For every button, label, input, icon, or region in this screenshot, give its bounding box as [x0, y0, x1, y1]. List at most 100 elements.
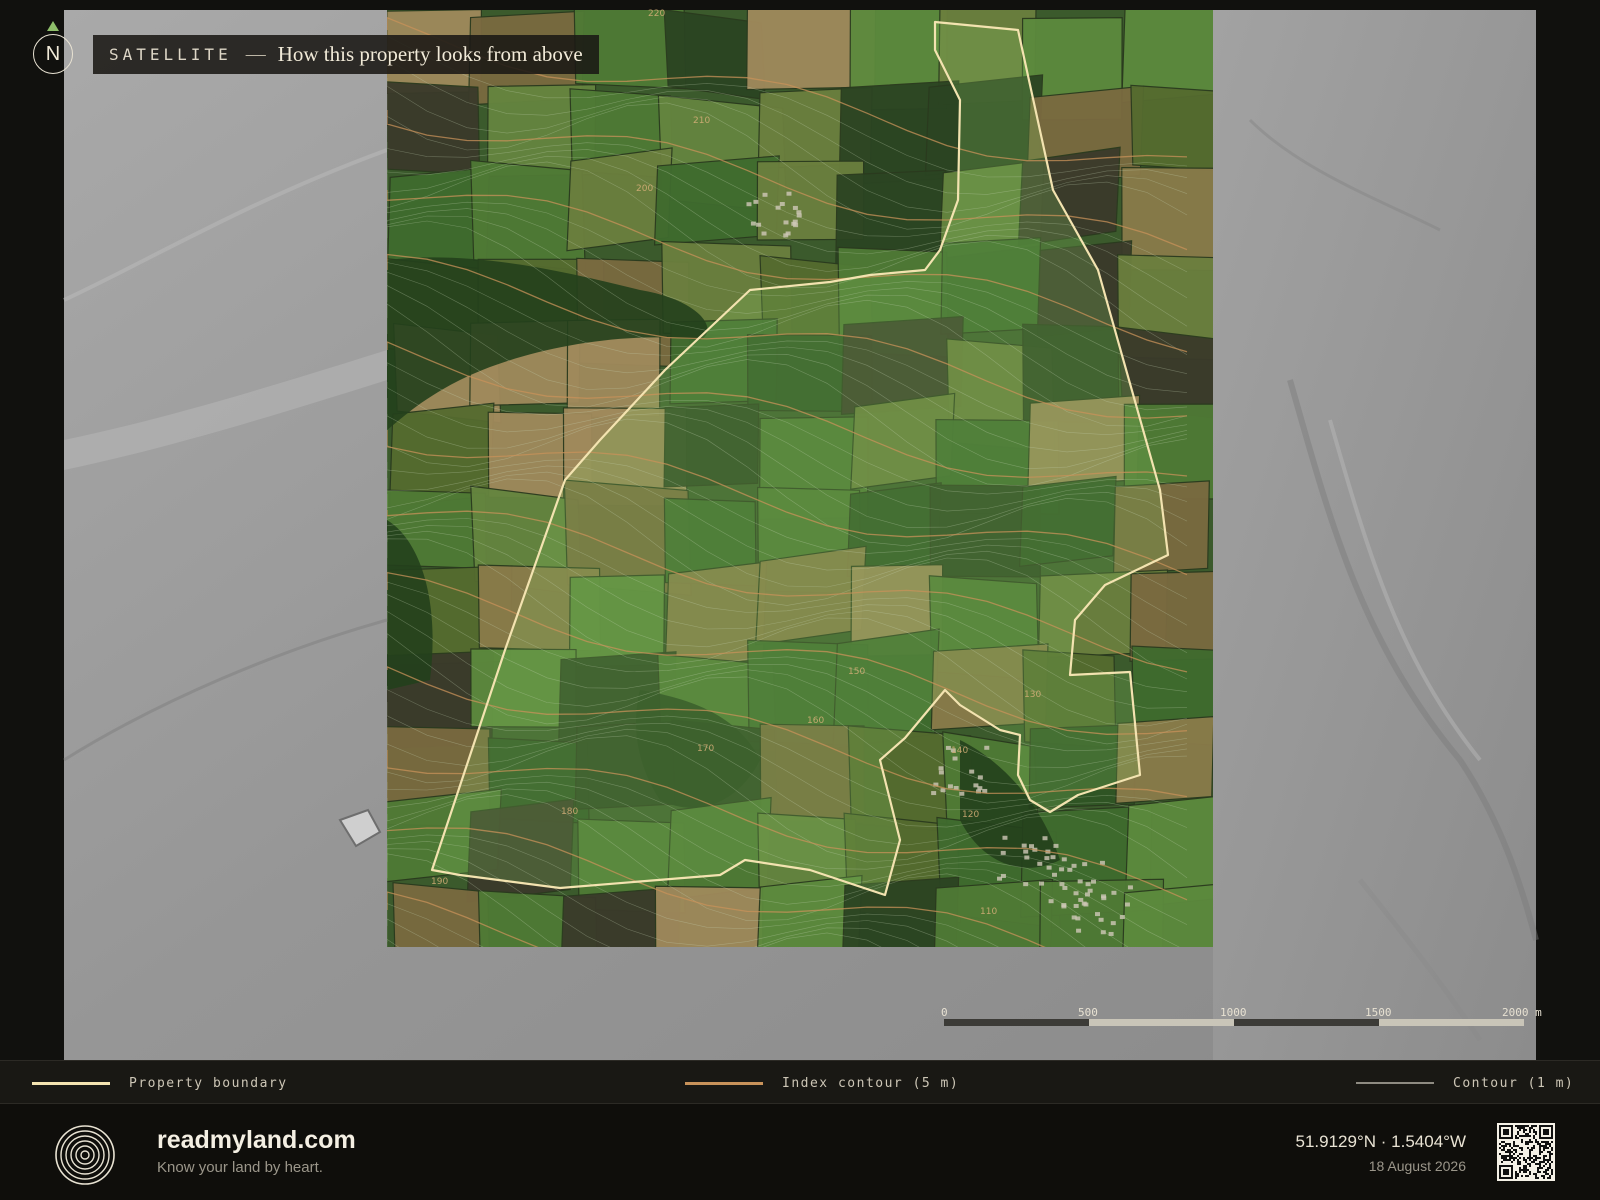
building — [1048, 899, 1054, 904]
contour-label: 190 — [431, 877, 448, 887]
building — [1073, 891, 1079, 896]
building — [1052, 872, 1058, 877]
building — [753, 199, 759, 204]
building — [785, 231, 791, 236]
building — [1000, 850, 1006, 855]
legend-contour-label: Contour (1 m) — [1453, 1075, 1575, 1091]
building — [1050, 855, 1056, 860]
building — [938, 766, 944, 771]
scale-tick-1000: 1000 — [1220, 1006, 1247, 1019]
building — [1082, 862, 1088, 867]
contour-label: 210 — [693, 116, 710, 126]
building — [1087, 888, 1093, 893]
building — [973, 783, 979, 788]
building — [1085, 882, 1091, 887]
building — [746, 202, 752, 207]
title-kicker: SATELLITE — [109, 45, 232, 64]
building — [1042, 836, 1048, 841]
legend-contour: Contour (1 m) — [1356, 1061, 1574, 1105]
building — [783, 220, 789, 225]
building — [791, 221, 797, 226]
building — [997, 876, 1003, 881]
building — [1044, 856, 1050, 861]
map-title: SATELLITE — How this property looks from… — [93, 35, 599, 74]
title-text: How this property looks from above — [277, 42, 583, 66]
contour-label: 170 — [697, 744, 714, 754]
qr-code-icon[interactable] — [1497, 1123, 1555, 1181]
building — [1081, 901, 1087, 906]
contour-label: 160 — [807, 716, 824, 726]
contour-label: 180 — [561, 807, 578, 817]
scale-segment-2 — [1089, 1019, 1234, 1026]
scale-tick-2000: 2000 m — [1502, 1006, 1542, 1019]
building — [1046, 865, 1052, 870]
title-separator: — — [245, 43, 266, 65]
brand-tagline: Know your land by heart. — [157, 1159, 323, 1176]
building — [762, 192, 768, 197]
index-contour-swatch — [685, 1081, 763, 1085]
building — [1061, 857, 1067, 862]
building — [984, 745, 990, 750]
building — [1111, 890, 1117, 895]
boundary-swatch — [32, 1081, 110, 1085]
building — [1037, 861, 1043, 866]
building — [786, 191, 792, 196]
building — [1076, 928, 1082, 933]
map-legend: Property boundary Index contour (5 m) Co… — [0, 1060, 1600, 1104]
map-date: 18 August 2026 — [1368, 1158, 1466, 1174]
compass-label: N — [45, 42, 61, 65]
building — [1062, 885, 1068, 890]
building — [969, 769, 975, 774]
footer: readmyland.com Know your land by heart. … — [0, 1104, 1600, 1200]
building — [1101, 894, 1107, 899]
legend-boundary-label: Property boundary — [129, 1075, 288, 1091]
building — [779, 202, 785, 207]
building — [959, 791, 965, 796]
contour-label: 110 — [980, 907, 997, 917]
contour-swatch — [1356, 1082, 1434, 1084]
building — [1098, 917, 1104, 922]
building — [1053, 843, 1059, 848]
scale-bar: 0 500 1000 1500 2000 m — [941, 1006, 1542, 1036]
building — [1077, 879, 1083, 884]
building — [1091, 879, 1097, 884]
map-canvas[interactable]: 220 210 200 190 180 170 160 150 140 120 130 110 — [0, 0, 1600, 1060]
building — [938, 770, 944, 775]
building — [947, 784, 953, 789]
building — [1071, 915, 1077, 920]
scale-segment-3 — [1234, 1019, 1379, 1026]
concentric-rings-logo — [55, 1125, 115, 1185]
scale-tick-1500: 1500 — [1365, 1006, 1392, 1019]
contour-label: 150 — [848, 667, 865, 677]
scale-tick-500: 500 — [1078, 1006, 1098, 1019]
building — [1095, 912, 1101, 917]
scale-tick-0: 0 — [941, 1006, 948, 1019]
building — [952, 756, 958, 761]
building — [1124, 902, 1130, 907]
contour-label: 220 — [648, 9, 665, 19]
building — [1039, 881, 1045, 886]
legend-index-contour-label: Index contour (5 m) — [782, 1075, 960, 1091]
contour-label: 130 — [1024, 690, 1041, 700]
building — [1110, 921, 1116, 926]
building — [1078, 897, 1084, 902]
contour-label: 200 — [636, 184, 653, 194]
contour-label: 120 — [962, 810, 979, 820]
building — [792, 205, 798, 210]
building — [1059, 867, 1065, 872]
building — [1127, 885, 1133, 890]
north-arrow-icon — [47, 21, 59, 31]
building — [1028, 844, 1034, 849]
building — [1061, 904, 1067, 909]
building — [1071, 863, 1077, 868]
building — [750, 221, 756, 226]
scale-segment-4 — [1379, 1019, 1524, 1026]
field-parcel — [1130, 84, 1213, 172]
building — [796, 210, 802, 215]
building — [1002, 835, 1008, 840]
building — [1023, 849, 1029, 854]
contour-label: 140 — [951, 746, 968, 756]
building — [1021, 843, 1027, 848]
brand-name[interactable]: readmyland.com — [157, 1126, 356, 1155]
building — [931, 791, 937, 796]
